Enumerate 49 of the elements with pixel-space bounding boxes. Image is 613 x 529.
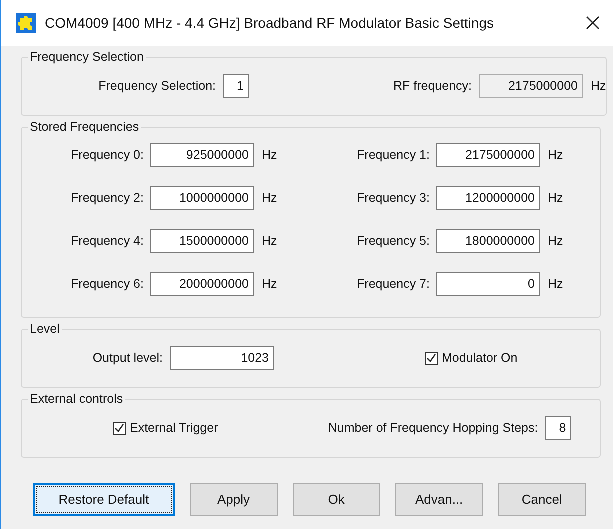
input-field[interactable]: 8 (545, 416, 572, 440)
group-title: Level (29, 322, 61, 336)
unit-label: Hz (262, 148, 278, 162)
dialog-button[interactable]: Apply (190, 483, 278, 516)
dialog-button[interactable]: Cancel (498, 483, 586, 516)
field-label: Frequency 0: (70, 148, 144, 162)
dialog-button[interactable]: Advan... (395, 483, 484, 516)
input-field[interactable]: 2175000000 (436, 142, 540, 166)
unit-label: Hz (548, 190, 564, 204)
checkbox-label: External Trigger (130, 421, 218, 435)
input-field[interactable]: 1200000000 (436, 186, 540, 210)
input-field[interactable]: 1023 (170, 346, 274, 370)
group-title: Stored Frequencies (29, 120, 140, 134)
field-label: Frequency Selection: (98, 79, 216, 93)
group-title: Frequency Selection (29, 50, 145, 64)
unit-label: Hz (548, 148, 564, 162)
field-label: Frequency 3: (356, 190, 430, 204)
field-label: Frequency 2: (70, 190, 144, 204)
field-label: Frequency 4: (70, 234, 144, 248)
input-field[interactable]: 1 (223, 74, 249, 98)
unit-label: Hz (262, 234, 278, 248)
puzzle-icon (16, 13, 36, 33)
field-label: Frequency 1: (356, 148, 430, 162)
field-label: Frequency 7: (356, 276, 430, 290)
input-field[interactable]: 1000000000 (150, 186, 254, 210)
field-label: Frequency 6: (70, 276, 144, 290)
checkbox-label: Modulator On (442, 351, 518, 365)
input-field[interactable]: 1800000000 (436, 228, 540, 252)
checkbox[interactable] (113, 422, 126, 434)
field-label: Number of Frequency Hopping Steps: (327, 421, 538, 435)
input-field[interactable]: 0 (436, 272, 540, 296)
unit-label: Hz (262, 276, 278, 290)
unit-label: Hz (548, 234, 564, 248)
unit-label: Hz (262, 190, 278, 204)
field-label: RF frequency: (392, 79, 472, 93)
field-label: Output level: (92, 351, 163, 365)
input-field[interactable]: 1500000000 (150, 228, 254, 252)
window-title: COM4009 [400 MHz - 4.4 GHz] Broadband RF Modulator Basic Settings (45, 15, 495, 31)
close-icon[interactable] (586, 16, 600, 30)
dialog-button[interactable]: Restore Default (33, 483, 175, 516)
group-title: External controls (29, 392, 124, 406)
dialog-button[interactable]: Ok (292, 483, 380, 516)
checkbox[interactable] (425, 352, 438, 364)
input-field[interactable]: 2175000000 (479, 74, 583, 98)
input-field[interactable]: 2000000000 (150, 272, 254, 296)
unit-label: Hz (548, 276, 564, 290)
unit-label: Hz (591, 79, 606, 93)
field-label: Frequency 5: (356, 234, 430, 248)
input-field[interactable]: 925000000 (150, 142, 254, 166)
